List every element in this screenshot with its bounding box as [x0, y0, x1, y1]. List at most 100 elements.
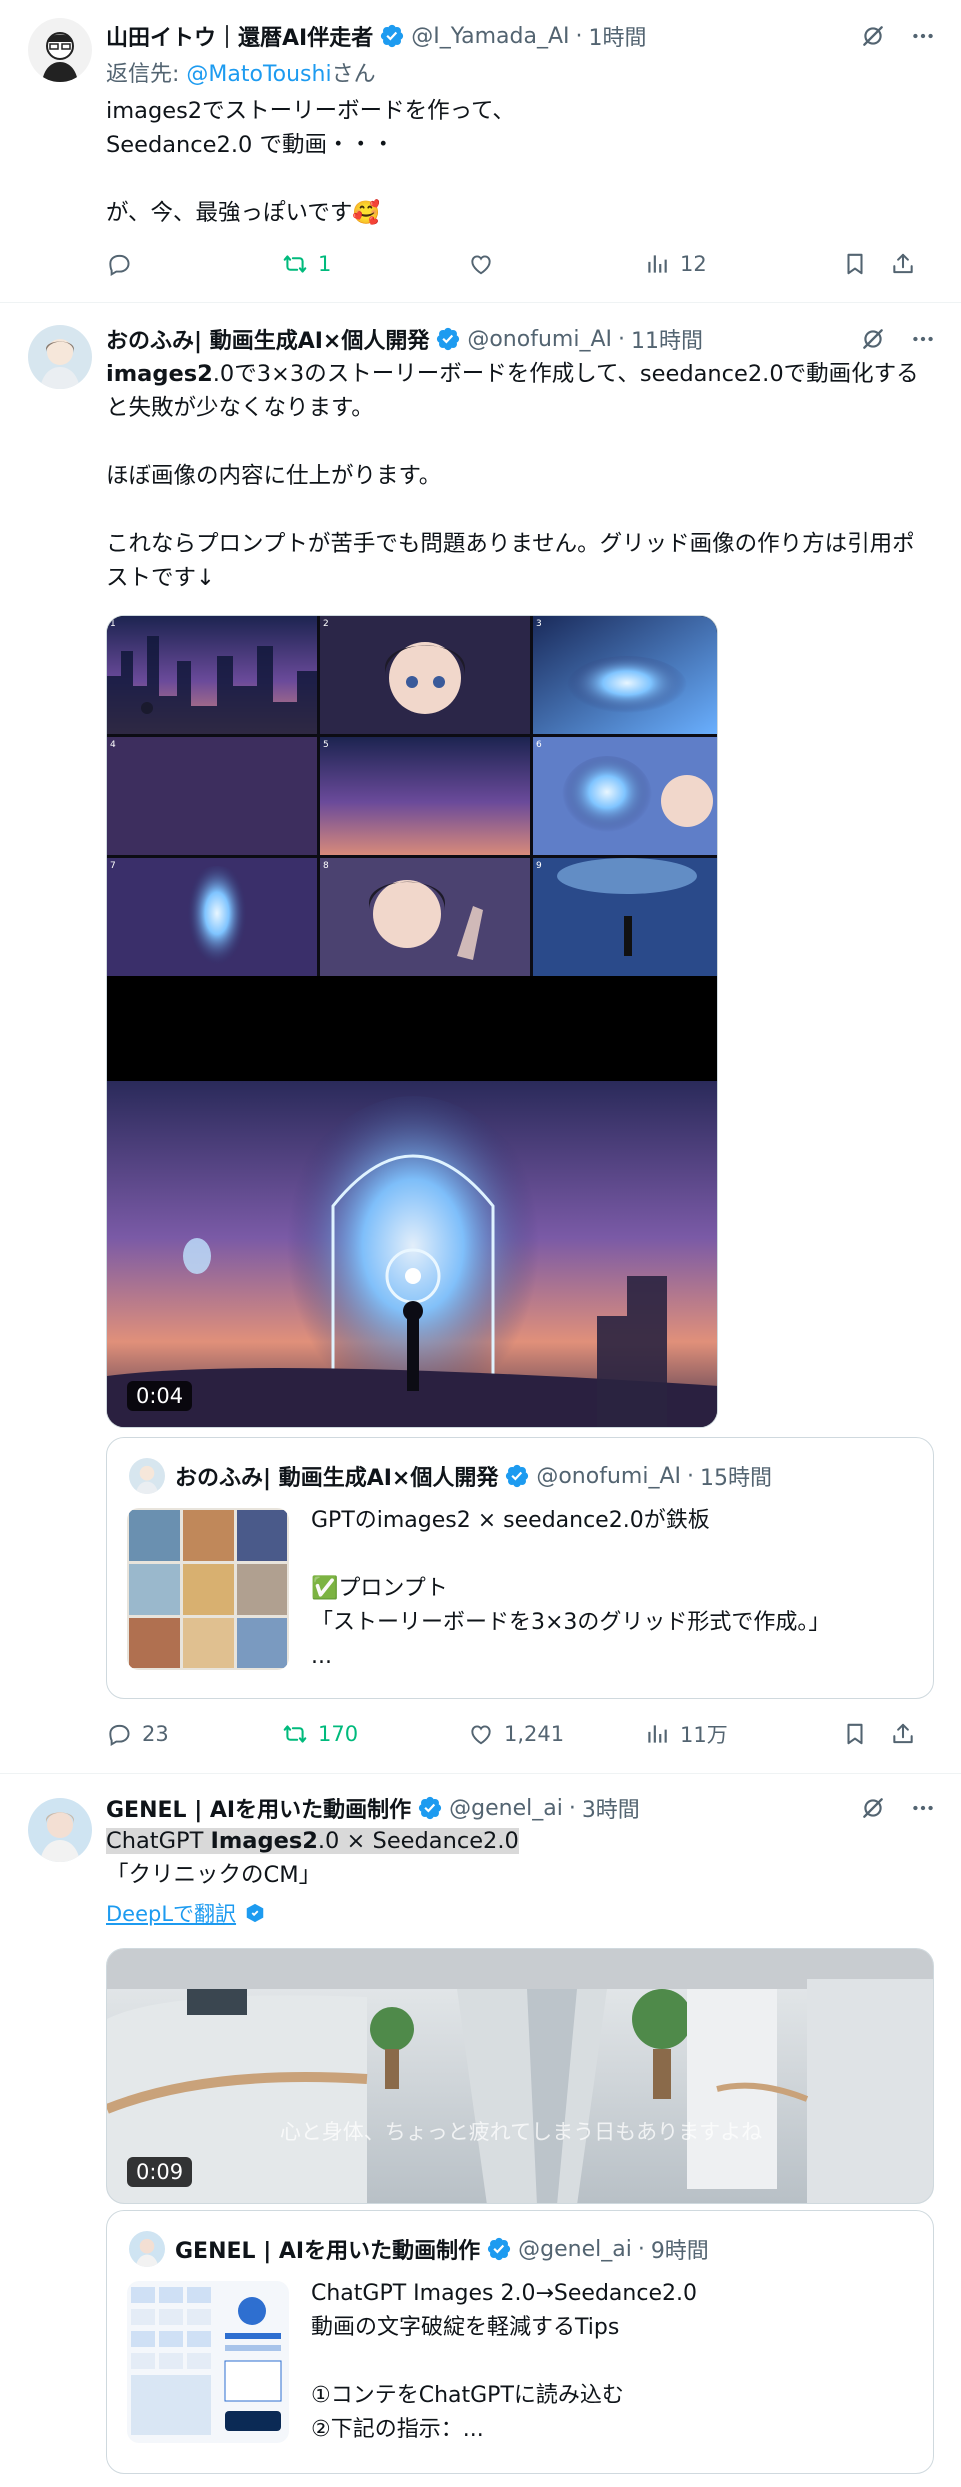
verified-badge-icon	[417, 1795, 443, 1821]
quoted-author-name: GENEL | AIを用いた動画制作	[175, 2239, 481, 2264]
author-handle[interactable]: @I_Yamada_AI	[411, 24, 569, 49]
more-options-icon[interactable]	[905, 1790, 941, 1826]
post-time[interactable]: 1時間	[589, 20, 647, 52]
avatar[interactable]	[28, 325, 92, 389]
bookmark-button[interactable]	[842, 251, 890, 277]
reply-button[interactable]: 23	[106, 1721, 282, 1747]
post-onofumi[interactable]: おのふみ| 動画生成AI×個人開発 @onofumi_AI · 11時間 ima…	[0, 303, 961, 1773]
deepl-icon	[246, 1903, 264, 1923]
grok-icon[interactable]	[855, 1790, 891, 1826]
verified-badge-icon	[379, 23, 405, 49]
separator-dot: ·	[575, 23, 583, 49]
video-player[interactable]: 心と身体、ちょっと疲れてしまう日もありますよね 0:09	[106, 1948, 934, 2204]
like-icon	[468, 1721, 494, 1747]
svg-text:3: 3	[536, 619, 542, 629]
reply-to-line: 返信先: @MatoToushiさん	[106, 56, 376, 88]
quoted-post-text: ChatGPT Images 2.0→Seedance2.0 動画の文字破綻を軽…	[311, 2281, 697, 2442]
svg-text:5: 5	[323, 740, 329, 750]
video-subtitle: 心と身体、ちょっと疲れてしまう日もありますよね	[280, 2120, 762, 2144]
quoted-thumbnail	[127, 1508, 289, 1670]
author-handle[interactable]: @genel_ai	[449, 1796, 563, 1821]
bookmark-button[interactable]	[842, 1721, 890, 1747]
video-player[interactable]: 1 2 3 4 5 6 7 8 9 0:04	[106, 615, 718, 1428]
video-duration: 0:04	[127, 1381, 193, 1411]
svg-text:7: 7	[110, 861, 116, 871]
separator-dot: ·	[637, 2236, 645, 2262]
avatar[interactable]	[28, 18, 92, 82]
quoted-post[interactable]: おのふみ| 動画生成AI×個人開発 @onofumi_AI · 15時間 GPT…	[106, 1437, 934, 1699]
author-handle[interactable]: @onofumi_AI	[467, 327, 612, 352]
views-icon	[644, 251, 670, 277]
post-genel[interactable]: GENEL | AIを用いた動画制作 @genel_ai · 3時間 ChatG…	[0, 1774, 961, 2487]
svg-text:1: 1	[110, 619, 116, 629]
post-text: ChatGPT Images2.0 × Seedance2.0 「クリニックのC…	[106, 1824, 921, 1892]
repost-button[interactable]: 1	[282, 251, 468, 277]
post-header: おのふみ| 動画生成AI×個人開発 @onofumi_AI · 11時間	[106, 321, 941, 357]
reply-prefix: 返信先:	[106, 62, 187, 87]
verified-badge-icon	[435, 326, 461, 352]
like-icon	[468, 251, 494, 277]
svg-text:6: 6	[536, 740, 542, 750]
translate-link[interactable]: DeepLで翻訳	[106, 1898, 236, 1928]
post-header: 山田イトウ｜還暦AI伴走者 @I_Yamada_AI · 1時間	[106, 18, 941, 54]
reply-icon	[106, 1721, 132, 1747]
like-button[interactable]: 1,241	[468, 1721, 644, 1747]
post-actions: 23 170 1,241 11万	[106, 1714, 936, 1754]
post-actions: 1 12	[106, 244, 936, 284]
timeline-feed[interactable]: 山田イトウ｜還暦AI伴走者 @I_Yamada_AI · 1時間 返信先: @M…	[0, 0, 961, 2487]
translate-row: DeepLで翻訳	[106, 1898, 266, 1928]
separator-dot: ·	[568, 1795, 576, 1821]
quoted-post-time: 9時間	[650, 2239, 709, 2264]
verified-badge-icon	[486, 2236, 512, 2262]
post-header: GENEL | AIを用いた動画制作 @genel_ai · 3時間	[106, 1790, 941, 1826]
highlighted-text: ChatGPT Images2.0 × Seedance2.0	[106, 1828, 519, 1854]
reply-button[interactable]	[106, 251, 282, 277]
more-options-icon[interactable]	[905, 18, 941, 54]
quoted-post[interactable]: GENEL | AIを用いた動画制作 @genel_ai · 9時間 ChatG…	[106, 2210, 934, 2474]
post-text-line2: 「クリニックのCM」	[106, 1862, 322, 1888]
reply-icon	[106, 251, 132, 277]
quoted-author-handle: @genel_ai	[518, 2236, 632, 2262]
repost-button[interactable]: 170	[282, 1721, 468, 1747]
share-button[interactable]	[890, 251, 916, 277]
post-yamada[interactable]: 山田イトウ｜還暦AI伴走者 @I_Yamada_AI · 1時間 返信先: @M…	[0, 0, 961, 302]
post-time[interactable]: 3時間	[582, 1792, 640, 1824]
clinic-video-frame: 心と身体、ちょっと疲れてしまう日もありますよね	[107, 1949, 933, 2203]
reply-to-link[interactable]: @MatoToushi	[186, 62, 331, 87]
post-text: images2.0で3×3のストーリーボードを作成して、seedance2.0で…	[106, 357, 921, 595]
share-icon	[890, 1721, 916, 1747]
author-name[interactable]: GENEL | AIを用いた動画制作	[106, 1792, 411, 1824]
post-text-rest: .0で3×3のストーリーボードを作成して、seedance2.0で動画化すると失…	[106, 361, 919, 591]
author-name[interactable]: 山田イトウ｜還暦AI伴走者	[106, 20, 373, 52]
reply-suffix: さん	[331, 62, 376, 87]
post-time[interactable]: 11時間	[631, 323, 703, 355]
post-text-bold: images2	[106, 361, 213, 387]
bookmark-icon	[842, 251, 868, 277]
quoted-avatar	[129, 1458, 165, 1494]
share-button[interactable]	[890, 1721, 916, 1747]
quoted-post-time: 15時間	[699, 1466, 772, 1491]
more-options-icon[interactable]	[905, 321, 941, 357]
svg-text:2: 2	[323, 619, 329, 629]
views-button[interactable]: 12	[644, 251, 842, 277]
author-name[interactable]: おのふみ| 動画生成AI×個人開発	[106, 323, 429, 355]
separator-dot: ·	[617, 326, 625, 352]
quoted-author-name: おのふみ| 動画生成AI×個人開発	[175, 1466, 499, 1491]
svg-text:8: 8	[323, 861, 329, 871]
grok-icon[interactable]	[855, 18, 891, 54]
quoted-post-header: おのふみ| 動画生成AI×個人開発 @onofumi_AI · 15時間	[129, 1458, 913, 1494]
grok-icon[interactable]	[855, 321, 891, 357]
quoted-thumbnail	[127, 2281, 289, 2443]
quoted-post-header: GENEL | AIを用いた動画制作 @genel_ai · 9時間	[129, 2231, 913, 2267]
bookmark-icon	[842, 1721, 868, 1747]
separator-dot: ·	[686, 1463, 694, 1489]
repost-icon	[282, 251, 308, 277]
like-button[interactable]	[468, 251, 644, 277]
verified-badge-icon	[504, 1463, 530, 1489]
quoted-avatar	[129, 2231, 165, 2267]
post-text: images2でストーリーボードを作って、 Seedance2.0 で動画・・・…	[106, 98, 515, 226]
avatar[interactable]	[28, 1798, 92, 1862]
quoted-post-text: GPTのimages2 × seedance2.0が鉄板 ✅プロンプト 「ストー…	[311, 1508, 831, 1669]
views-button[interactable]: 11万	[644, 1719, 842, 1749]
svg-text:9: 9	[536, 861, 542, 871]
